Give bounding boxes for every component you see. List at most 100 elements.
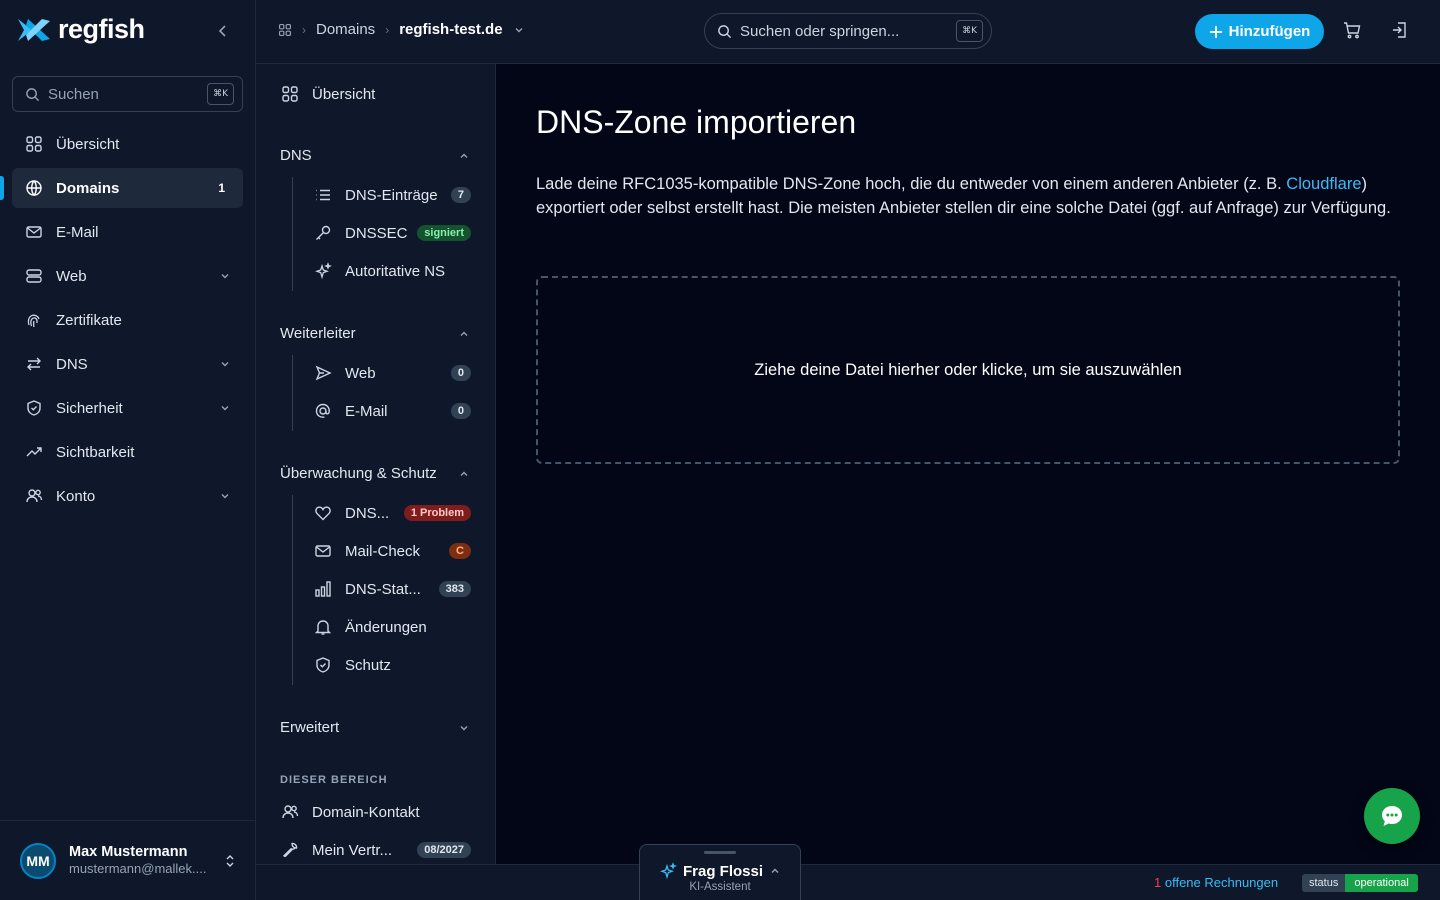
list-icon: [313, 185, 333, 205]
page-title: DNS-Zone importieren: [536, 104, 857, 140]
subnav-item-dns-stats[interactable]: DNS-Stat... 383: [313, 579, 471, 599]
subnav-group-erweitert[interactable]: Erweitert: [280, 719, 470, 736]
plus-icon: [1209, 25, 1222, 38]
count-badge: 383: [438, 581, 471, 597]
subnav-item-label: Änderungen: [345, 618, 427, 636]
breadcrumb-separator: ›: [385, 22, 390, 37]
group-heading: Weiterleiter: [280, 325, 356, 342]
send-icon: [313, 363, 333, 383]
subnav-item-dns-eintraege[interactable]: DNS-Einträge 7: [313, 185, 471, 205]
subnav-item-aenderungen[interactable]: Änderungen: [313, 617, 471, 637]
subnav-overview[interactable]: Übersicht: [280, 84, 375, 104]
shortcut-hint: ⌘K: [956, 20, 983, 42]
grade-badge: C: [449, 543, 471, 559]
users-icon: [280, 802, 300, 822]
grid-icon[interactable]: [278, 23, 292, 37]
logout-icon[interactable]: [1390, 20, 1410, 40]
subnav-item-dns-health[interactable]: DNS... 1 Problem: [313, 503, 471, 523]
collapse-sidebar-button[interactable]: [212, 20, 234, 42]
sidebar-item-dns[interactable]: DNS: [12, 344, 243, 384]
global-search-placeholder: Suchen oder springen...: [740, 22, 900, 40]
breadcrumb-current-domain[interactable]: regfish-test.de: [399, 21, 502, 38]
chevron-down-icon: [219, 358, 231, 370]
subnav-item-mail-check[interactable]: Mail-Check C: [313, 541, 471, 561]
chevron-up-icon: [771, 868, 779, 873]
cart-icon[interactable]: [1342, 20, 1362, 40]
chevron-up-icon: [460, 471, 468, 476]
subnav-item-mein-vertrag[interactable]: Mein Vertr... 08/2027: [280, 840, 471, 860]
user-menu[interactable]: MM Max Mustermann mustermann@mallek....: [0, 820, 256, 900]
user-name: Max Mustermann: [69, 844, 188, 861]
chevron-down-icon: [460, 725, 468, 730]
sidebar-item-domains[interactable]: Domains 1: [0, 168, 243, 208]
active-indicator: [0, 176, 4, 200]
main-content: DNS-Zone importieren Lade deine RFC1035-…: [496, 64, 1440, 864]
sidebar-item-sicherheit[interactable]: Sicherheit: [12, 388, 243, 428]
user-email: mustermann@mallek....: [69, 861, 207, 877]
shield-icon: [24, 398, 44, 418]
subnav-item-label: DNS...: [345, 504, 390, 522]
grid-icon: [24, 134, 44, 154]
domain-subnav: Übersicht DNS DNS-Einträge 7 DNSSEC sign…: [256, 64, 496, 864]
chevron-updown-icon: [226, 854, 234, 867]
sidebar-item-label: DNS: [56, 355, 88, 373]
status-badge[interactable]: status operational: [1302, 874, 1418, 892]
cloudflare-link[interactable]: Cloudflare: [1286, 175, 1361, 193]
logo[interactable]: regfish: [16, 14, 145, 45]
description-text: Lade deine RFC1035-kompatible DNS-Zone h…: [536, 175, 1287, 193]
add-button[interactable]: Hinzufügen: [1195, 14, 1324, 49]
subnav-item-schutz[interactable]: Schutz: [313, 655, 471, 675]
subnav-item-label: DNS-Stat...: [345, 580, 421, 598]
sidebar-item-label: Übersicht: [56, 135, 120, 153]
sidebar-nav: Übersicht Domains 1 E-Mail Web Zertifika…: [0, 124, 243, 520]
breadcrumb-domains[interactable]: Domains: [316, 21, 375, 38]
subnav-group-monitoring[interactable]: Überwachung & Schutz: [280, 465, 470, 482]
page-description: Lade deine RFC1035-kompatible DNS-Zone h…: [536, 172, 1406, 220]
chevron-left-icon: [218, 25, 226, 37]
group-heading: Überwachung & Schutz: [280, 465, 437, 482]
subnav-item-dnssec[interactable]: DNSSEC signiert: [313, 223, 471, 243]
sidebar-search-label: Suchen: [48, 85, 99, 103]
drag-handle[interactable]: [704, 851, 736, 854]
sidebar-item-uebersicht[interactable]: Übersicht: [12, 124, 243, 164]
at-icon: [313, 401, 333, 421]
sidebar-item-zertifikate[interactable]: Zertifikate: [12, 300, 243, 340]
subnav-item-label: Autoritative NS: [345, 262, 446, 280]
sidebar-item-email[interactable]: E-Mail: [12, 212, 243, 252]
tree-line: [292, 177, 293, 291]
file-dropzone[interactable]: Ziehe deine Datei hierher oder klicke, u…: [536, 276, 1400, 464]
sidebar-item-konto[interactable]: Konto: [12, 476, 243, 516]
sidebar-item-label: Zertifikate: [56, 311, 122, 329]
mail-icon: [24, 222, 44, 242]
ai-assistant-toggle[interactable]: Frag Flossi KI-Assistent: [639, 844, 801, 900]
fingerprint-icon: [24, 310, 44, 330]
subnav-item-domain-kontakt[interactable]: Domain-Kontakt: [280, 802, 470, 822]
breadcrumb-separator: ›: [302, 22, 306, 37]
chevron-down-icon: [219, 270, 231, 282]
subnav-group-weiterleiter[interactable]: Weiterleiter: [280, 325, 470, 342]
chevron-up-icon: [460, 331, 468, 336]
chevron-down-icon[interactable]: [513, 24, 525, 36]
trend-icon: [24, 442, 44, 462]
chat-button[interactable]: [1364, 788, 1420, 844]
sidebar-item-web[interactable]: Web: [12, 256, 243, 296]
sidebar-item-label: Web: [56, 267, 87, 285]
sidebar-item-sichtbarkeit[interactable]: Sichtbarkeit: [12, 432, 243, 472]
tree-line: [292, 355, 293, 431]
subnav-item-label: Mein Vertr...: [312, 841, 393, 859]
subnav-item-email-forwarder[interactable]: E-Mail 0: [313, 401, 471, 421]
subnav-item-autoritative-ns[interactable]: Autoritative NS: [313, 261, 471, 281]
subnav-item-web-forwarder[interactable]: Web 0: [313, 363, 471, 383]
subnav-item-label: Domain-Kontakt: [312, 803, 420, 821]
sidebar-item-label: Sicherheit: [56, 399, 123, 417]
sidebar-search[interactable]: Suchen ⌘K: [12, 76, 243, 112]
dropzone-label: Ziehe deine Datei hierher oder klicke, u…: [754, 360, 1182, 379]
status-label: status: [1302, 874, 1346, 892]
open-invoices-link[interactable]: 1 offene Rechnungen: [1154, 875, 1278, 890]
assistant-subtitle: KI-Assistent: [689, 881, 751, 893]
global-search-input[interactable]: Suchen oder springen... ⌘K: [704, 13, 992, 49]
subnav-group-dns[interactable]: DNS: [280, 147, 470, 164]
main-sidebar: regfish Suchen ⌘K Übersicht Domains 1 E-…: [0, 0, 256, 900]
problem-badge: 1 Problem: [403, 505, 471, 521]
count-badge: 0: [450, 365, 471, 381]
